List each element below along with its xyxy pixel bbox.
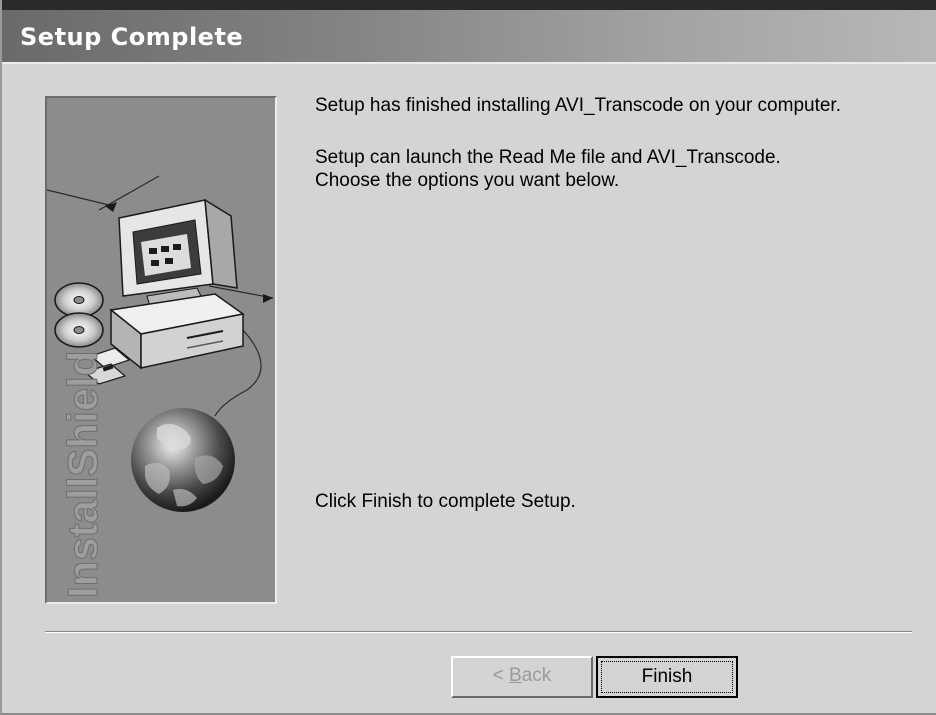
launch-message: Setup can launch the Read Me file and AV… xyxy=(315,147,781,168)
title-bar[interactable]: Setup Complete xyxy=(2,10,936,64)
back-button-rest: ack xyxy=(521,665,552,686)
finish-instruction: Click Finish to complete Setup. xyxy=(315,491,576,512)
back-button[interactable]: < Back xyxy=(451,656,593,698)
setup-dialog: Setup Complete InstallShield Setup has f… xyxy=(0,0,936,715)
finish-button[interactable]: Finish xyxy=(596,656,738,698)
button-divider xyxy=(45,631,912,633)
finish-button-label: Finish xyxy=(641,666,693,687)
options-message: Choose the options you want below. xyxy=(315,170,620,191)
finished-message: Setup has finished installing AVI_Transc… xyxy=(315,95,841,116)
titlebar-top-strip xyxy=(2,0,936,10)
installshield-banner: InstallShield xyxy=(45,96,277,604)
installshield-brand-text: InstallShield xyxy=(59,351,106,598)
back-button-accelerator: B xyxy=(509,665,522,686)
window-title: Setup Complete xyxy=(20,23,244,51)
globe-icon xyxy=(131,408,235,512)
back-button-prefix: < xyxy=(492,665,510,686)
